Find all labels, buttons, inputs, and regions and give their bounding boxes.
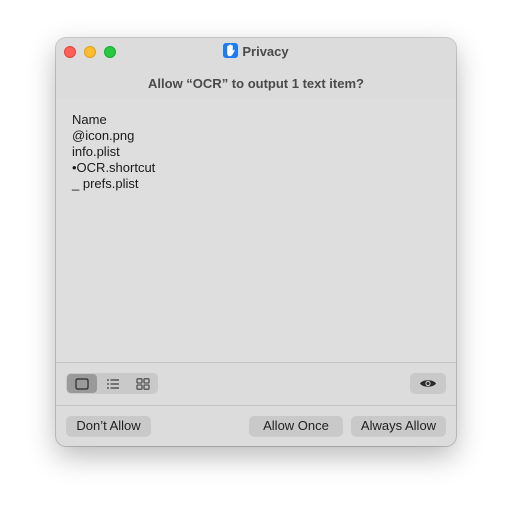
privacy-dialog-window: Privacy Allow “OCR” to output 1 text ite…	[56, 38, 456, 446]
grid-view-button[interactable]	[128, 374, 158, 393]
window-title: Privacy	[242, 44, 289, 59]
privacy-hand-icon	[223, 43, 239, 58]
permission-prompt: Allow “OCR” to output 1 text item?	[148, 76, 364, 91]
output-text-line: •OCR.shortcut	[72, 160, 156, 175]
always-allow-button[interactable]: Always Allow	[351, 416, 446, 436]
output-text-line: _ prefs.plist	[72, 176, 139, 191]
preview-button[interactable]	[410, 373, 446, 394]
single-view-button[interactable]	[67, 374, 97, 393]
grid-view-icon	[136, 377, 150, 390]
title-bar: Privacy	[56, 38, 456, 66]
dont-allow-button[interactable]: Don’t Allow	[66, 416, 151, 436]
view-mode-segmented-control	[66, 373, 158, 394]
divider	[56, 405, 456, 406]
output-text-line: info.plist	[72, 144, 120, 159]
single-view-icon	[75, 377, 89, 390]
output-text-line: @icon.png	[72, 128, 135, 143]
output-preview-area: Name @icon.png info.plist •OCR.shortcut …	[56, 98, 456, 362]
window-title-wrap: Privacy	[56, 43, 456, 61]
list-view-button[interactable]	[98, 374, 128, 393]
divider	[56, 362, 456, 363]
output-text-line: Name	[72, 112, 107, 127]
allow-once-button[interactable]: Allow Once	[249, 416, 343, 436]
list-view-icon	[106, 378, 119, 389]
eye-icon	[420, 380, 436, 387]
output-text-list: Name @icon.png info.plist •OCR.shortcut …	[72, 112, 155, 192]
